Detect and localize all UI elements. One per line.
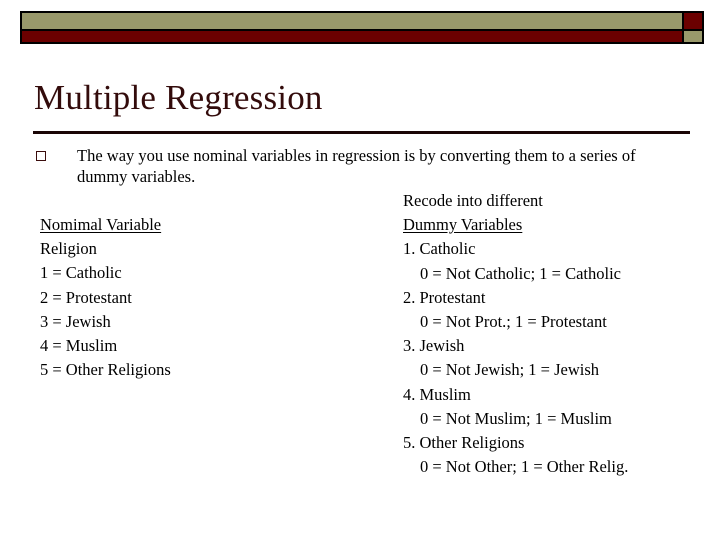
nominal-code-item: 5 = Other Religions [40, 360, 171, 380]
dummy-entry-coding: 0 = Not Prot.; 1 = Protestant [420, 312, 607, 332]
banner-main-lower-band [22, 29, 682, 42]
dummy-variable-column: Recode into different Dummy Variables 1.… [403, 189, 703, 479]
dummy-entry-coding: 0 = Not Other; 1 = Other Relig. [420, 457, 629, 477]
dummy-column-intro: Recode into different [403, 191, 543, 210]
dummy-entry-label: 2. Protestant [403, 287, 486, 307]
title-divider [33, 131, 690, 134]
nominal-code-item: 4 = Muslim [40, 336, 118, 356]
header-banner [20, 11, 704, 44]
dummy-entry-coding: 0 = Not Catholic; 1 = Catholic [420, 263, 622, 283]
banner-corner-lower-band [684, 29, 702, 42]
hollow-square-bullet-icon [36, 151, 46, 161]
banner-corner-accent [682, 11, 704, 44]
nominal-code-item: 1 = Catholic [40, 263, 122, 283]
dummy-entry-label: 1. Catholic [403, 239, 476, 259]
nominal-code-item: 2 = Protestant [40, 287, 132, 307]
dummy-entry-label: 3. Jewish [403, 336, 465, 356]
nominal-column-heading: Nomimal Variable [40, 215, 162, 234]
dummy-column-heading: Dummy Variables [403, 215, 523, 235]
nominal-column-subheading: Religion [40, 239, 97, 259]
banner-main-bar [20, 11, 684, 44]
dummy-entry-coding: 0 = Not Jewish; 1 = Jewish [420, 360, 600, 380]
dummy-entry-label: 5. Other Religions [403, 433, 525, 453]
dummy-entry-coding: 0 = Not Muslim; 1 = Muslim [420, 408, 612, 428]
bullet-item-text: The way you use nominal variables in reg… [77, 146, 636, 186]
nominal-variable-column: Nomimal Variable Religion 1 = Catholic 2… [40, 213, 370, 382]
page-title: Multiple Regression [34, 78, 323, 117]
bullet-item: The way you use nominal variables in reg… [36, 145, 686, 187]
dummy-entry-label: 4. Muslim [403, 384, 471, 404]
nominal-code-item: 3 = Jewish [40, 311, 111, 331]
